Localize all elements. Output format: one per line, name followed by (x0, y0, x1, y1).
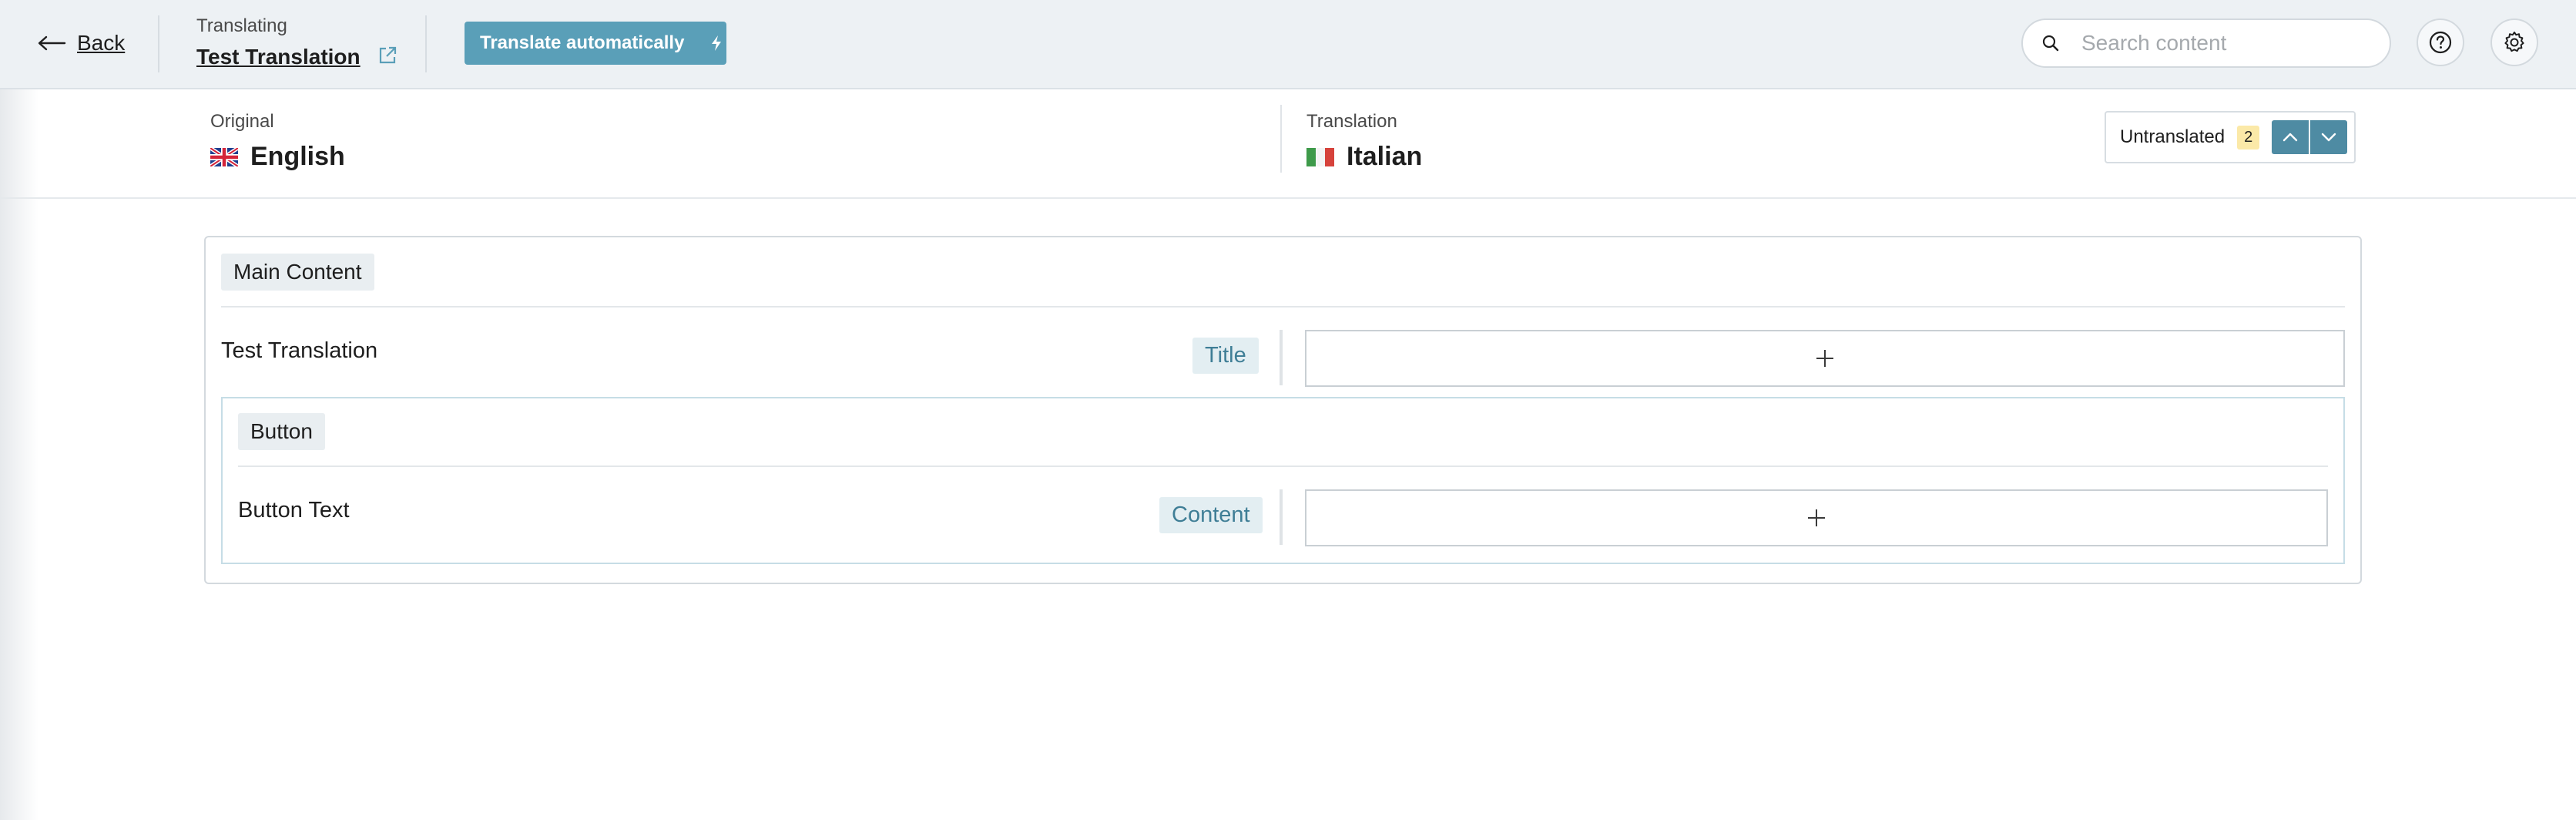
field-type-tag: Title (1192, 338, 1259, 374)
subgroup-title: Button (238, 413, 325, 450)
original-label: Original (210, 111, 274, 132)
back-label: Back (77, 31, 126, 55)
group-divider (221, 306, 2345, 308)
translation-label: Translation (1306, 111, 1397, 132)
translate-automatically-button[interactable]: Translate automatically (465, 22, 726, 65)
translation-language-name: Italian (1347, 142, 1423, 171)
plus-icon (1816, 350, 1833, 367)
subgroup-divider (238, 465, 2328, 467)
help-icon (2429, 31, 2452, 54)
previous-untranslated-button[interactable] (2272, 120, 2309, 154)
translation-language: Translation Italian (1306, 111, 1422, 172)
divider (158, 15, 159, 72)
original-language-name: English (250, 142, 345, 171)
column-divider (1280, 489, 1283, 545)
top-bar: Back Translating Test Translation Transl… (0, 0, 2576, 89)
settings-button[interactable] (2490, 18, 2538, 66)
language-row: Original English Translation Italian Unt… (0, 89, 2576, 199)
back-link[interactable]: Back (37, 28, 125, 59)
search-icon (2042, 35, 2059, 52)
document-title-link[interactable]: Test Translation (196, 45, 361, 69)
field-label-title: Test Translation (221, 338, 378, 363)
translating-label: Translating (196, 15, 287, 36)
untranslated-filter: Untranslated 2 (2105, 111, 2356, 163)
help-button[interactable] (2417, 18, 2464, 66)
chevron-down-icon (2322, 133, 2336, 142)
translating-info: Translating Test Translation (196, 15, 397, 69)
field-label-button-text: Button Text (238, 498, 350, 523)
left-shade (0, 89, 39, 820)
original-language: Original English (210, 111, 345, 172)
next-untranslated-button[interactable] (2310, 120, 2348, 154)
translate-automatically-label: Translate automatically (480, 32, 685, 53)
column-divider (1280, 330, 1283, 385)
add-translation-button[interactable] (1305, 489, 2328, 546)
arrow-left-icon (38, 35, 66, 51)
untranslated-label: Untranslated (2120, 126, 2225, 147)
button-subgroup: Button Button Text Content (221, 397, 2345, 564)
lightning-icon (712, 35, 722, 51)
search-box[interactable] (2021, 18, 2391, 68)
column-divider (1280, 105, 1282, 173)
chevron-up-icon (2283, 133, 2298, 142)
plus-icon (1808, 509, 1825, 526)
field-type-tag: Content (1159, 497, 1263, 533)
divider (425, 15, 427, 72)
italy-flag-icon (1306, 147, 1334, 166)
add-translation-button[interactable] (1305, 330, 2345, 387)
main-content-group: Main Content Test Translation Title Butt… (204, 236, 2362, 584)
uk-flag-icon (210, 147, 238, 166)
search-input[interactable] (2081, 31, 2374, 55)
group-title: Main Content (221, 254, 374, 291)
external-link-icon[interactable] (377, 45, 397, 69)
gear-icon (2504, 32, 2524, 52)
untranslated-count-badge: 2 (2237, 125, 2260, 150)
